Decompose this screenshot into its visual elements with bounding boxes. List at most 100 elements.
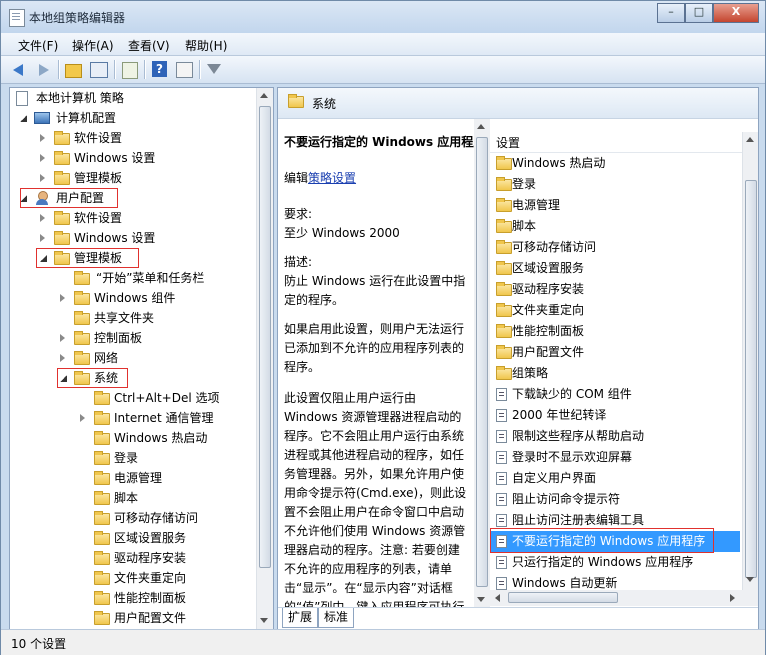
folder-icon	[94, 431, 110, 445]
menu-help[interactable]: 帮助(H)	[185, 37, 227, 54]
scroll-down-icon[interactable]	[260, 618, 268, 623]
list-hscrollbar[interactable]	[490, 590, 758, 606]
list-item-label: Windows 热启动	[512, 156, 606, 170]
export-icon[interactable]	[122, 62, 138, 79]
scroll-thumb[interactable]	[508, 592, 618, 603]
forward-icon[interactable]	[34, 61, 52, 78]
list-item-label: 阻止访问命令提示符	[512, 492, 621, 506]
close-button[interactable]: X	[713, 3, 759, 23]
list-item-folder[interactable]: 登录	[490, 174, 740, 195]
folder-icon	[74, 331, 90, 345]
scroll-left-icon[interactable]	[495, 594, 500, 602]
tab-extended[interactable]: 扩展	[282, 608, 319, 628]
folder-icon	[496, 240, 512, 254]
list-item-folder[interactable]: Windows 热启动	[490, 153, 740, 174]
scroll-up-icon[interactable]	[260, 93, 268, 98]
policy-setting-icon	[496, 472, 507, 485]
list-item-folder[interactable]: 性能控制面板	[490, 321, 740, 342]
filter-icon[interactable]	[207, 64, 221, 74]
list-item-setting[interactable]: 只运行指定的 Windows 应用程序	[490, 552, 740, 573]
scroll-down-icon[interactable]	[477, 597, 485, 602]
policy-setting-icon	[496, 451, 507, 464]
show-tree-icon[interactable]	[90, 62, 108, 78]
list-item-folder[interactable]: 可移动存储访问	[490, 237, 740, 258]
collapsed-arrow-icon[interactable]	[40, 234, 45, 242]
list-item-folder[interactable]: 电源管理	[490, 195, 740, 216]
list-item-label: 下载缺少的 COM 组件	[512, 387, 632, 401]
collapsed-arrow-icon[interactable]	[60, 334, 65, 342]
collapsed-arrow-icon[interactable]	[40, 154, 45, 162]
description-scrollbar[interactable]	[474, 119, 490, 608]
help-icon[interactable]: ?	[152, 61, 167, 77]
main-window: 本地组策略编辑器 – □ X 文件(F) 操作(A) 查看(V) 帮助(H) ?…	[0, 0, 766, 655]
list-item-setting[interactable]: 阻止访问命令提示符	[490, 489, 740, 510]
scroll-thumb[interactable]	[259, 106, 271, 568]
scroll-down-icon[interactable]	[746, 577, 754, 582]
policy-setting-icon	[496, 430, 507, 443]
list-item-setting[interactable]: 自定义用户界面	[490, 468, 740, 489]
menu-file[interactable]: 文件(F)	[18, 37, 58, 54]
back-icon[interactable]	[11, 61, 29, 78]
collapsed-arrow-icon[interactable]	[80, 414, 85, 422]
list-item-folder[interactable]: 组策略	[490, 363, 740, 384]
minimize-button[interactable]: –	[657, 3, 685, 23]
list-item-folder[interactable]: 脚本	[490, 216, 740, 237]
folder-icon	[54, 231, 70, 245]
list-scrollbar[interactable]	[742, 132, 758, 590]
folder-icon	[288, 94, 304, 108]
toolbar: ?	[1, 56, 765, 84]
status-text: 10 个设置	[11, 637, 67, 651]
list-item-label: 用户配置文件	[512, 345, 585, 359]
folder-icon	[496, 303, 512, 317]
scroll-thumb[interactable]	[476, 137, 488, 587]
highlight-box	[57, 368, 128, 388]
folder-icon	[496, 366, 512, 380]
list-item-setting[interactable]: 登录时不显示欢迎屏幕	[490, 447, 740, 468]
list-item-label: 性能控制面板	[512, 324, 585, 338]
tree-pane[interactable]: 本地计算机 策略 计算机配置 软件设置 Windows 设置 管理模板 用户配置	[9, 87, 274, 630]
highlight-box	[36, 248, 139, 268]
list-item-label: 可移动存储访问	[512, 240, 597, 254]
folder-icon	[94, 531, 110, 545]
tab-standard[interactable]: 标准	[318, 608, 355, 628]
properties-icon[interactable]	[176, 62, 193, 78]
description-paragraph: 如果启用此设置，则用户无法运行已添加到不允许的应用程序列表的程序。	[284, 322, 465, 374]
list-item-setting[interactable]: 2000 年世纪转译	[490, 405, 740, 426]
scroll-thumb[interactable]	[745, 180, 757, 578]
settings-list[interactable]: 设置 Windows 热启动登录电源管理脚本可移动存储访问区域设置服务驱动程序安…	[490, 132, 758, 608]
list-item-label: 脚本	[512, 219, 537, 233]
list-item-setting[interactable]: 限制这些程序从帮助启动	[490, 426, 740, 447]
maximize-button[interactable]: □	[685, 3, 713, 23]
list-item-label: 电源管理	[512, 198, 561, 212]
requirement-label: 要求:	[284, 207, 313, 221]
menu-action[interactable]: 操作(A)	[72, 37, 114, 54]
title-bar[interactable]: 本地组策略编辑器 – □ X	[1, 1, 765, 33]
folder-icon	[94, 471, 110, 485]
list-item-label: 2000 年世纪转译	[512, 408, 607, 422]
list-item-folder[interactable]: 文件夹重定向	[490, 300, 740, 321]
list-item-label: 驱动程序安装	[512, 282, 585, 296]
column-header-setting[interactable]: 设置	[490, 132, 758, 153]
collapsed-arrow-icon[interactable]	[40, 214, 45, 222]
collapsed-arrow-icon[interactable]	[60, 354, 65, 362]
policy-editor-icon	[9, 9, 25, 27]
edit-policy-link[interactable]: 策略设置	[308, 171, 356, 185]
tree-scrollbar[interactable]	[256, 88, 273, 629]
folder-icon	[94, 551, 110, 565]
collapsed-arrow-icon[interactable]	[40, 174, 45, 182]
folder-icon	[74, 311, 90, 325]
scroll-up-icon[interactable]	[746, 137, 754, 142]
up-folder-icon[interactable]	[65, 64, 82, 78]
collapsed-arrow-icon[interactable]	[40, 134, 45, 142]
list-item-folder[interactable]: 区域设置服务	[490, 258, 740, 279]
menu-view[interactable]: 查看(V)	[128, 37, 170, 54]
list-item-folder[interactable]: 用户配置文件	[490, 342, 740, 363]
list-item-setting[interactable]: 下载缺少的 COM 组件	[490, 384, 740, 405]
requirement-value: 至少 Windows 2000	[284, 226, 400, 240]
collapsed-arrow-icon[interactable]	[60, 294, 65, 302]
scroll-right-icon[interactable]	[730, 594, 735, 602]
policy-setting-icon	[496, 556, 507, 569]
scroll-up-icon[interactable]	[477, 124, 485, 129]
list-item-folder[interactable]: 驱动程序安装	[490, 279, 740, 300]
expanded-arrow-icon[interactable]	[20, 115, 27, 122]
